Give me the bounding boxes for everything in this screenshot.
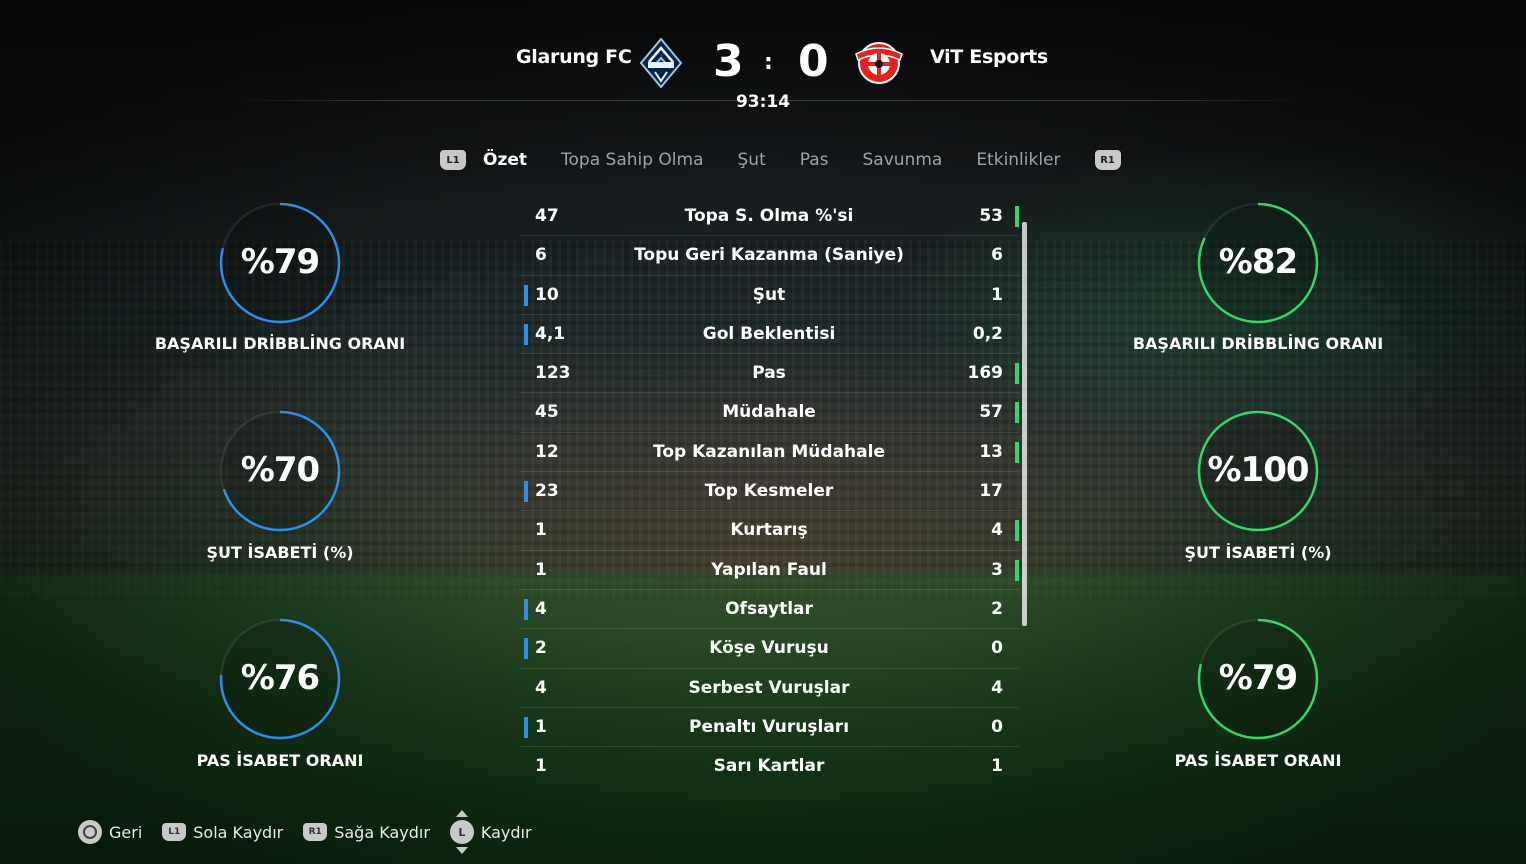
stat-label: Topu Geri Kazanma (Saniye) (634, 245, 904, 266)
home-stat-ring: %79 (219, 202, 341, 324)
circle-button-icon (78, 820, 102, 844)
scroll-button[interactable]: L Kaydır (449, 810, 532, 854)
stat-row: 4,1 Gol Beklentisi 0,2 (519, 315, 1019, 355)
away-stat-value: 2 (991, 598, 1003, 619)
stat-row: 1 Penaltı Vuruşları 0 (519, 708, 1019, 748)
stat-row: 2 Köşe Vuruşu 0 (519, 629, 1019, 669)
leverkusen-crest-icon (855, 42, 903, 84)
ring-label: PAS İSABET ORANI (1174, 751, 1342, 770)
l1-button-icon: L1 (162, 823, 187, 841)
stat-label: Yapılan Faul (711, 559, 827, 580)
ring-label: BAŞARILI DRİBBLİNG ORANI (1132, 334, 1384, 353)
away-stat-value: 13 (979, 441, 1003, 462)
button-hints: Geri L1 Sola Kaydır R1 Sağa Kaydır L Kay… (78, 810, 552, 854)
whitecaps-crest-icon (639, 38, 683, 88)
away-stat-value: 6 (991, 245, 1003, 266)
stat-row: 4 Serbest Vuruşlar 4 (519, 669, 1019, 708)
stat-label: Müdahale (722, 402, 816, 423)
away-stat-value: 1 (991, 284, 1003, 305)
l1-shoulder-icon[interactable]: L1 (440, 150, 466, 170)
stat-row: 23 Top Kesmeler 17 (519, 472, 1019, 512)
back-button[interactable]: Geri (78, 820, 142, 844)
away-stat-value: 0,2 (972, 323, 1003, 344)
scroll-right-button[interactable]: R1 Sağa Kaydır (303, 823, 430, 842)
stat-label: Kurtarış (730, 520, 808, 541)
stat-label: Serbest Vuruşlar (688, 677, 850, 698)
home-stat-ring: %70 (219, 410, 341, 532)
stat-row: 10 Şut 1 (519, 276, 1019, 315)
away-stat-value: 0 (991, 638, 1003, 659)
away-stat-value: 0 (991, 716, 1003, 737)
away-score: 0 (798, 36, 829, 87)
stat-label: Pas (752, 363, 786, 384)
away-stat-ring: %100 (1197, 410, 1319, 532)
stat-label: Top Kesmeler (704, 481, 834, 502)
stat-row: 45 Müdahale 57 (519, 393, 1019, 433)
away-stat-value: 169 (967, 363, 1004, 384)
stats-table: 47 Topa S. Olma %'si 53 6 Topu Geri Kazanma … (519, 197, 1019, 786)
scroll-left-button[interactable]: L1 Sola Kaydır (162, 823, 283, 842)
stats-tabs: L1 Özet Topa Sahip Olma Şut Pas Savunma … (440, 146, 1121, 174)
home-team-name: Glarung FC (516, 46, 632, 68)
back-label: Geri (109, 822, 143, 842)
stat-row: 4 Ofsaytlar 2 (519, 590, 1019, 630)
stat-label: Gol Beklentisi (702, 323, 836, 344)
away-stat-value: 1 (991, 756, 1003, 777)
stat-row: 1 Kurtarış 4 (519, 511, 1019, 551)
scroll-right-label: Sağa Kaydır (334, 822, 430, 842)
tab-shooting[interactable]: Şut (738, 150, 766, 170)
away-stat-value: 57 (979, 402, 1003, 423)
tab-passing[interactable]: Pas (800, 150, 829, 170)
stats-scrollbar[interactable] (1022, 222, 1027, 626)
left-stick-icon: L (449, 810, 474, 854)
away-stat-value: 3 (991, 559, 1003, 580)
ring-value: %76 (240, 658, 320, 698)
away-stat-ring: %82 (1197, 202, 1319, 324)
stat-label: Şut (752, 284, 786, 305)
away-stat-value: 17 (979, 481, 1003, 502)
stat-label: Topa S. Olma %'si (684, 206, 854, 226)
away-stat-value: 4 (991, 677, 1003, 698)
stat-row: 6 Topu Geri Kazanma (Saniye) 6 (519, 236, 1019, 276)
r1-shoulder-icon[interactable]: R1 (1094, 150, 1121, 170)
ring-value: %70 (240, 450, 320, 490)
away-stat-ring: %79 (1197, 618, 1319, 740)
r1-button-icon: R1 (303, 823, 328, 841)
away-team-name: ViT Esports (930, 46, 1048, 68)
ring-label: PAS İSABET ORANI (196, 751, 364, 770)
ring-value: %79 (1218, 658, 1298, 698)
stat-label: Sarı Kartlar (713, 756, 825, 777)
home-stat-ring: %76 (219, 618, 341, 740)
ring-value: %100 (1207, 450, 1309, 490)
ring-label: BAŞARILI DRİBBLİNG ORANI (154, 334, 406, 353)
tab-events[interactable]: Etkinlikler (976, 150, 1060, 170)
stat-label: Köşe Vuruşu (709, 638, 829, 659)
away-stat-value: 53 (979, 206, 1003, 226)
away-stat-value: 4 (991, 520, 1003, 541)
match-clock: 93:14 (735, 92, 791, 112)
stat-label: Ofsaytlar (725, 598, 813, 619)
ring-label: ŞUT İSABETİ (%) (206, 543, 354, 562)
stat-label: Penaltı Vuruşları (688, 716, 850, 737)
score-separator: : (764, 50, 773, 75)
tab-defending[interactable]: Savunma (863, 150, 943, 170)
ring-label: ŞUT İSABETİ (%) (1184, 543, 1332, 562)
scroll-left-label: Sola Kaydır (193, 822, 284, 842)
stat-row: 12 Top Kazanılan Müdahale 13 (519, 433, 1019, 473)
stat-row: 1 Sarı Kartlar 1 (519, 747, 1019, 786)
tab-possession[interactable]: Topa Sahip Olma (561, 150, 704, 170)
scroll-label: Kaydır (480, 822, 532, 842)
stat-label: Top Kazanılan Müdahale (653, 441, 885, 462)
stat-row: 47 Topa S. Olma %'si 53 (519, 197, 1019, 237)
stat-row: 123 Pas 169 (519, 354, 1019, 394)
stat-row: 1 Yapılan Faul 3 (519, 551, 1019, 590)
tab-summary[interactable]: Özet (483, 150, 527, 170)
home-score: 3 (713, 36, 744, 87)
ring-value: %79 (240, 242, 320, 282)
ring-value: %82 (1218, 242, 1298, 282)
